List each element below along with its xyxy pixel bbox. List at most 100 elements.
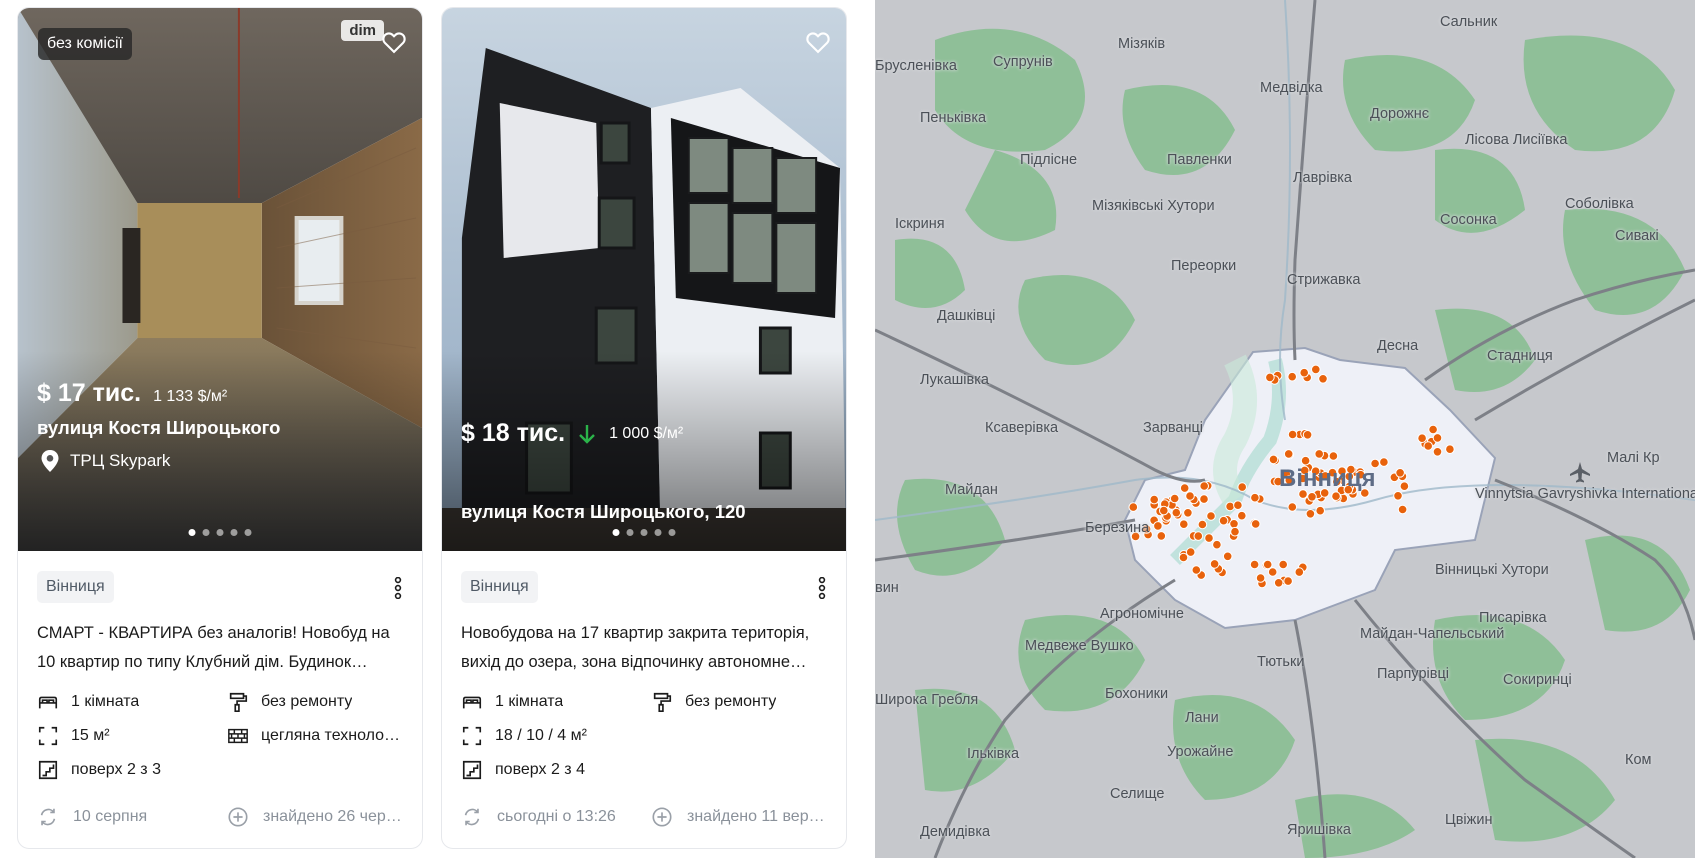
- listing-marker[interactable]: [1218, 515, 1229, 526]
- listing-marker[interactable]: [1225, 501, 1235, 512]
- listing-marker[interactable]: [1302, 430, 1313, 440]
- listing-marker[interactable]: [1432, 447, 1443, 457]
- listing-marker[interactable]: [1428, 424, 1438, 435]
- listing-marker[interactable]: [1283, 576, 1293, 586]
- listing-marker[interactable]: [1179, 483, 1190, 493]
- listing-marker[interactable]: [1311, 364, 1321, 375]
- slide-dot[interactable]: [626, 529, 634, 536]
- listing-marker[interactable]: [1262, 559, 1273, 570]
- listing-marker[interactable]: [1399, 481, 1410, 492]
- listing-marker[interactable]: [1328, 451, 1339, 461]
- listing-marker[interactable]: [1315, 505, 1326, 516]
- listing-marker[interactable]: [1300, 455, 1311, 466]
- listing-marker[interactable]: [1432, 433, 1443, 443]
- listing-address[interactable]: вулиця Костя Широцького, 120: [461, 501, 746, 523]
- listing-marker[interactable]: [1255, 573, 1266, 583]
- price-row: $ 18 тис. 1 000 $/м²: [461, 419, 683, 448]
- listing-address[interactable]: вулиця Костя Широцького: [37, 417, 280, 439]
- listing-marker[interactable]: [1233, 500, 1243, 511]
- listing-marker[interactable]: [1299, 367, 1310, 378]
- listing-marker[interactable]: [1206, 511, 1216, 521]
- kebab-menu-icon[interactable]: [818, 577, 826, 599]
- listing-card[interactable]: $ 18 тис. 1 000 $/м² вулиця Костя Широць…: [441, 7, 847, 849]
- listing-marker[interactable]: [1171, 507, 1182, 518]
- listing-marker[interactable]: [1179, 519, 1189, 530]
- slide-dot[interactable]: [244, 529, 252, 536]
- listing-marker[interactable]: [1268, 454, 1279, 465]
- listing-marker[interactable]: [1199, 481, 1210, 491]
- listing-marker[interactable]: [1314, 449, 1325, 459]
- listing-marker[interactable]: [1230, 526, 1240, 537]
- listing-marker[interactable]: [1183, 508, 1193, 518]
- listing-marker[interactable]: [1185, 491, 1195, 501]
- listing-marker[interactable]: [1191, 565, 1202, 575]
- listing-description[interactable]: Новобудова на 17 квартир закрита територ…: [461, 619, 828, 677]
- listing-photo[interactable]: $ 18 тис. 1 000 $/м² вулиця Костя Широць…: [442, 8, 846, 551]
- listing-marker[interactable]: [1445, 444, 1455, 455]
- listing-marker[interactable]: [1156, 531, 1167, 541]
- listing-marker[interactable]: [1379, 457, 1389, 467]
- listing-marker[interactable]: [1305, 509, 1316, 519]
- listing-marker[interactable]: [1149, 494, 1160, 505]
- listing-marker[interactable]: [1159, 505, 1169, 516]
- listing-marker[interactable]: [1331, 491, 1341, 502]
- listing-marker[interactable]: [1283, 449, 1294, 459]
- listing-marker[interactable]: [1397, 504, 1408, 515]
- listing-marker[interactable]: [1250, 519, 1261, 529]
- listing-marker[interactable]: [1204, 533, 1214, 543]
- listing-marker[interactable]: [1249, 559, 1260, 570]
- listing-body: Вінниця Новобудова на 17 квартир закрита…: [442, 551, 846, 837]
- listing-marker[interactable]: [1294, 567, 1305, 577]
- listing-marker[interactable]: [1287, 371, 1298, 382]
- listing-marker[interactable]: [1267, 567, 1278, 577]
- listing-marker[interactable]: [1423, 441, 1434, 451]
- listing-marker[interactable]: [1197, 519, 1208, 530]
- place-label: Селище: [1110, 786, 1165, 802]
- listing-marker[interactable]: [1237, 482, 1248, 492]
- slide-indicator[interactable]: [188, 529, 252, 536]
- no-commission-badge: без комісії: [38, 28, 132, 60]
- listing-marker[interactable]: [1393, 491, 1403, 501]
- slide-dot[interactable]: [612, 529, 620, 536]
- slide-dot[interactable]: [654, 529, 662, 536]
- listing-marker[interactable]: [1178, 552, 1189, 563]
- listing-card[interactable]: без комісії dim $ 17 тис. 1 133 $/м² вул…: [17, 7, 423, 849]
- listing-marker[interactable]: [1273, 578, 1284, 588]
- listing-marker[interactable]: [1222, 551, 1233, 562]
- listing-description[interactable]: СМАРТ - КВАРТИРА без аналогів! Новобуд н…: [37, 619, 404, 677]
- listing-marker[interactable]: [1153, 521, 1163, 531]
- listing-marker[interactable]: [1193, 531, 1204, 541]
- map-view[interactable]: Вінниця Сальник Брусленівка Супрунів Мізякі…: [875, 0, 1695, 858]
- slide-dot[interactable]: [640, 529, 648, 536]
- listing-marker[interactable]: [1212, 539, 1222, 550]
- listing-marker[interactable]: [1417, 433, 1427, 444]
- slide-dot[interactable]: [668, 529, 676, 536]
- slide-dot[interactable]: [216, 529, 224, 536]
- listing-marker[interactable]: [1287, 429, 1298, 440]
- listing-marker[interactable]: [1185, 547, 1196, 557]
- place-label: Брусленівка: [875, 58, 957, 74]
- slide-dot[interactable]: [202, 529, 210, 536]
- listing-marker[interactable]: [1318, 374, 1328, 384]
- listing-marker[interactable]: [1265, 372, 1275, 383]
- slide-dot[interactable]: [230, 529, 238, 536]
- listing-marker[interactable]: [1395, 468, 1405, 478]
- kebab-menu-icon[interactable]: [394, 577, 402, 599]
- listing-marker[interactable]: [1229, 519, 1239, 529]
- listing-marker[interactable]: [1278, 559, 1289, 570]
- listing-marker[interactable]: [1287, 502, 1298, 512]
- slide-dot[interactable]: [188, 529, 196, 536]
- heart-outline-icon[interactable]: [804, 28, 832, 56]
- listing-marker[interactable]: [1307, 492, 1317, 502]
- heart-outline-icon[interactable]: [380, 28, 408, 56]
- listing-marker[interactable]: [1199, 494, 1209, 504]
- listing-marker[interactable]: [1209, 559, 1220, 569]
- listing-marker[interactable]: [1250, 492, 1260, 503]
- listing-marker[interactable]: [1237, 510, 1247, 521]
- listing-marker[interactable]: [1128, 502, 1139, 512]
- listing-photo[interactable]: без комісії dim $ 17 тис. 1 133 $/м² вул…: [18, 8, 422, 551]
- city-chip[interactable]: Вінниця: [37, 571, 114, 603]
- slide-indicator[interactable]: [612, 529, 676, 536]
- city-chip[interactable]: Вінниця: [461, 571, 538, 603]
- listing-marker[interactable]: [1169, 493, 1180, 504]
